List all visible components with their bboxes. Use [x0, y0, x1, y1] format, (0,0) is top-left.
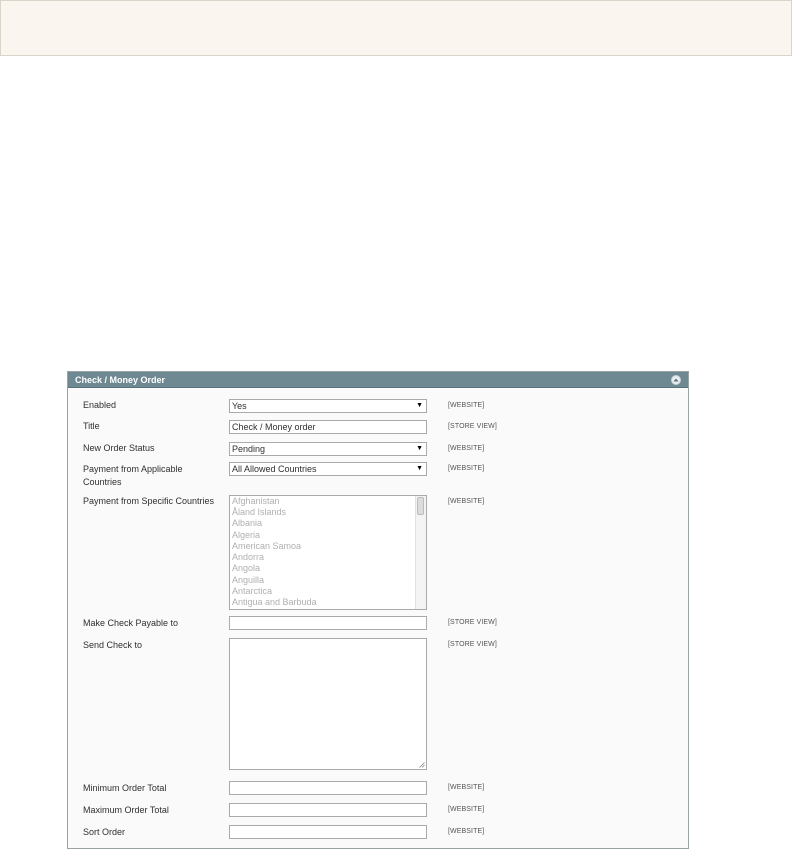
resize-grip-icon[interactable]: [419, 762, 425, 768]
panel-title: Check / Money Order: [75, 375, 166, 385]
sort-order-input[interactable]: [229, 825, 427, 839]
notice-bar: [0, 0, 792, 56]
min-total-input[interactable]: [229, 781, 427, 795]
country-option[interactable]: Antigua and Barbuda: [232, 597, 317, 608]
country-option[interactable]: Afghanistan: [232, 496, 280, 507]
title-label: Title: [83, 421, 100, 431]
payment-specific-label: Payment from Specific Countries: [83, 496, 215, 506]
panel-header[interactable]: Check / Money Order: [68, 372, 688, 388]
min-total-scope: [WEBSITE]: [448, 784, 485, 791]
payable-to-label: Make Check Payable to: [83, 618, 179, 628]
dropdown-arrow-icon: ▼: [416, 445, 423, 452]
payable-to-input[interactable]: [229, 616, 427, 630]
country-option[interactable]: Anguilla: [232, 575, 264, 586]
title-scope: [STORE VIEW]: [448, 423, 497, 430]
max-total-input[interactable]: [229, 803, 427, 817]
new-order-status-select[interactable]: Pending ▼: [229, 442, 427, 456]
multiselect-scrollbar[interactable]: [415, 496, 426, 609]
sort-order-scope: [WEBSITE]: [448, 828, 485, 835]
new-order-status-value: Pending: [232, 444, 266, 454]
scrollbar-thumb[interactable]: [417, 497, 424, 515]
send-check-to-label: Send Check to: [83, 640, 143, 650]
dropdown-arrow-icon: ▼: [416, 402, 423, 409]
payment-applicable-value: All Allowed Countries: [232, 464, 317, 474]
country-option[interactable]: Antarctica: [232, 586, 272, 597]
country-option[interactable]: Åland Islands: [232, 507, 286, 518]
new-order-status-label: New Order Status: [83, 443, 155, 453]
payment-specific-scope: [WEBSITE]: [448, 498, 485, 505]
enabled-select-value: Yes: [232, 401, 247, 411]
country-option[interactable]: Algeria: [232, 530, 260, 541]
payment-applicable-label: Payment from Applicable Countries: [83, 464, 183, 487]
send-check-to-textarea[interactable]: [229, 638, 427, 770]
enabled-scope: [WEBSITE]: [448, 402, 485, 409]
enabled-label: Enabled: [83, 400, 117, 410]
payment-applicable-scope: [WEBSITE]: [448, 465, 485, 472]
country-option[interactable]: Angola: [232, 563, 260, 574]
send-check-to-scope: [STORE VIEW]: [448, 641, 497, 648]
payment-specific-multiselect[interactable]: Afghanistan Åland Islands Albania Algeri…: [229, 495, 427, 610]
country-option[interactable]: American Samoa: [232, 541, 301, 552]
enabled-select[interactable]: Yes ▼: [229, 399, 427, 413]
country-option[interactable]: Andorra: [232, 552, 264, 563]
min-total-label: Minimum Order Total: [83, 783, 167, 793]
title-input[interactable]: Check / Money order: [229, 420, 427, 434]
max-total-label: Maximum Order Total: [83, 805, 169, 815]
check-money-order-panel: Check / Money Order Enabled Yes ▼ [WEBSI…: [67, 371, 689, 849]
chevron-up-icon[interactable]: [671, 375, 681, 385]
max-total-scope: [WEBSITE]: [448, 806, 485, 813]
sort-order-label: Sort Order: [83, 827, 126, 837]
new-order-status-scope: [WEBSITE]: [448, 445, 485, 452]
dropdown-arrow-icon: ▼: [416, 465, 423, 472]
payment-applicable-select[interactable]: All Allowed Countries ▼: [229, 462, 427, 476]
country-option[interactable]: Albania: [232, 518, 262, 529]
payable-to-scope: [STORE VIEW]: [448, 619, 497, 626]
